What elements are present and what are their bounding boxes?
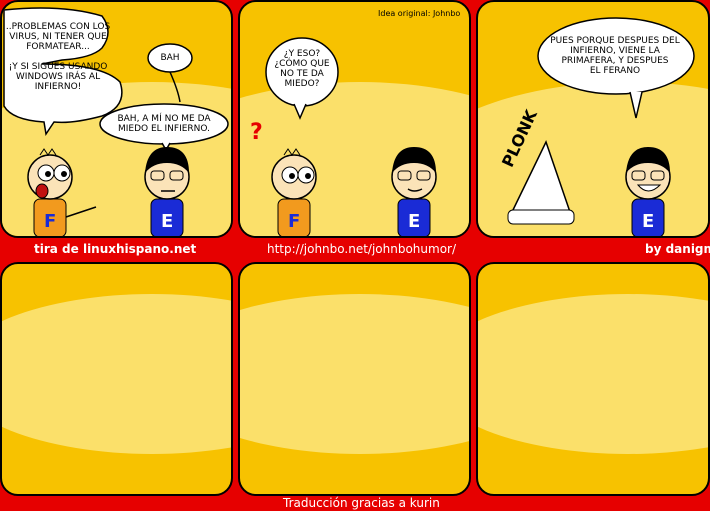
footer-url: http://johnbo.net/johnbohumor/ <box>267 242 457 256</box>
svg-text:E: E <box>408 211 420 232</box>
comic-panel-2: F E Idea original: Johnbo ¿Y eso? ¿Cómo … <box>238 0 471 238</box>
panel-1-bubble-c-text: Bah, a mí no me da miedo el infierno. <box>117 114 211 134</box>
e-character: E <box>391 147 437 236</box>
panel-3-bubble-a-text: Pues porque despues del infierno, viene … <box>550 36 680 76</box>
svg-text:E: E <box>161 211 173 232</box>
comic-panel-5 <box>238 262 471 496</box>
comic-panel-1: F E ..Problemas con los virus, ni tener … <box>0 0 233 238</box>
panel-2-bubble-a-text: ¿Y eso? ¿Cómo que no te da miedo? <box>274 49 330 89</box>
question-mark: ? <box>250 120 263 145</box>
original-idea-credit: Idea original: Johnbo <box>378 9 461 18</box>
footer-translation-credit: Traducción gracias a kurin <box>283 496 440 510</box>
footer-right-credit: by danigm <box>645 242 710 256</box>
footer-left-credit: tira de linuxhispano.net <box>34 242 197 256</box>
svg-text:F: F <box>44 211 56 232</box>
panel-1-bubble-a-text: ..Problemas con los virus, ni tener que … <box>5 22 111 92</box>
svg-text:F: F <box>288 211 300 232</box>
panel-1-bubble-b-text: Bah <box>160 53 180 63</box>
e-character: E <box>625 147 671 236</box>
comic-panel-3: E Pues porque despues del infierno, vien… <box>476 0 710 238</box>
panel-2-art: F E <box>240 37 469 236</box>
panel-4-art <box>2 294 231 454</box>
panel-6-art <box>478 294 708 454</box>
f-character: F <box>271 148 317 236</box>
e-character: E <box>144 147 190 236</box>
comic-panel-4 <box>0 262 233 496</box>
svg-text:E: E <box>642 211 654 232</box>
comic-panel-6 <box>476 262 710 496</box>
panel-5-art <box>240 294 469 454</box>
